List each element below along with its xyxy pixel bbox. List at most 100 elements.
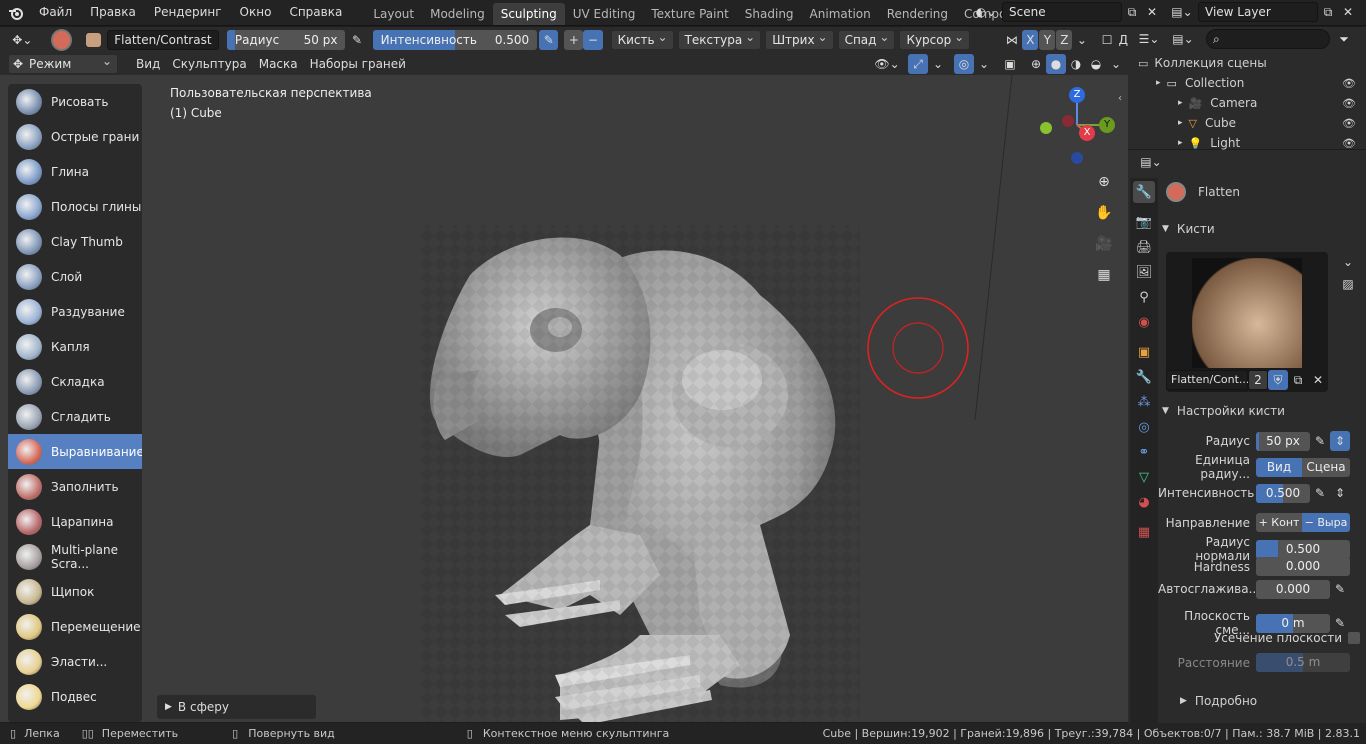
tool-item[interactable]: Раздувание bbox=[8, 294, 142, 329]
direction-contrast-button[interactable]: + Конт bbox=[1256, 513, 1302, 532]
mode-dropdown[interactable]: Режим скул... ✥ bbox=[8, 52, 118, 89]
direction-flatten-button[interactable]: − Выра bbox=[1302, 513, 1350, 532]
visibility-eye-icon[interactable]: 👁 bbox=[1342, 77, 1356, 90]
texture-tab-icon[interactable]: ▦ bbox=[1133, 521, 1155, 543]
expand-arrow-icon[interactable]: ▸ bbox=[1178, 138, 1183, 148]
menu-3[interactable]: Окно bbox=[231, 0, 281, 26]
delete-scene-icon[interactable]: ✕ bbox=[1142, 2, 1162, 22]
shading-rendered-icon[interactable]: ◒ bbox=[1086, 54, 1106, 74]
xray-toggle-icon[interactable]: ▣ bbox=[1000, 54, 1020, 74]
visibility-eye-icon[interactable]: 👁 bbox=[1342, 117, 1356, 130]
tool-item[interactable]: Щипок bbox=[8, 574, 142, 609]
tool-item[interactable]: Слой bbox=[8, 259, 142, 294]
tool-item[interactable]: Острые грани bbox=[8, 119, 142, 154]
tool-item[interactable]: Выравнивание bbox=[8, 434, 142, 469]
blender-logo-icon[interactable] bbox=[6, 3, 26, 23]
gizmo-neg-y-axis[interactable] bbox=[1040, 122, 1052, 134]
overlay-toggle-icon[interactable]: ◎ bbox=[954, 54, 974, 74]
tool-item[interactable]: Капля bbox=[8, 329, 142, 364]
new-scene-icon[interactable]: ⧉ bbox=[1122, 2, 1142, 22]
brush-list-arrow-icon[interactable]: ⌄ bbox=[1338, 252, 1358, 272]
properties-editor-icon[interactable]: ▤⌄ bbox=[1136, 152, 1166, 172]
tool-item[interactable]: Глина bbox=[8, 154, 142, 189]
outliner-item[interactable]: ▸ ▭ Collection 👁 bbox=[1128, 73, 1366, 93]
viewport-menu-0[interactable]: Вид bbox=[130, 53, 166, 75]
workspace-tab-3[interactable]: UV Editing bbox=[565, 3, 644, 25]
workspace-tab-1[interactable]: Modeling bbox=[422, 3, 493, 25]
tool-settings-icon[interactable]: ✥⌄ bbox=[8, 30, 37, 50]
new-view-layer-icon[interactable]: ⧉ bbox=[1318, 2, 1338, 22]
strength-pressure-toggle-icon[interactable]: ⇕ bbox=[1330, 483, 1350, 503]
brush-slot-field[interactable]: Flatten/Cont... bbox=[1166, 370, 1249, 390]
display-mode-icon[interactable]: ▤⌄ bbox=[1168, 29, 1198, 49]
radius-slider[interactable]: Радиус 50 px bbox=[226, 30, 346, 50]
scene-name-field[interactable]: Scene bbox=[1002, 2, 1122, 22]
scene-tab-icon[interactable]: ⚲ bbox=[1133, 286, 1155, 308]
workspace-tab-4[interactable]: Texture Paint bbox=[643, 3, 736, 25]
tool-tab-icon[interactable]: 🔧 bbox=[1133, 181, 1155, 203]
plane-trim-checkbox[interactable] bbox=[1348, 632, 1360, 644]
world-tab-icon[interactable]: ◉ bbox=[1133, 311, 1155, 333]
tool-item[interactable]: Рисовать bbox=[8, 84, 142, 119]
constraints-tab-icon[interactable]: ⚭ bbox=[1133, 441, 1155, 463]
unlink-brush-icon[interactable]: ✕ bbox=[1308, 370, 1328, 390]
shading-wireframe-icon[interactable]: ⊕ bbox=[1026, 54, 1046, 74]
viewport-menu-3[interactable]: Наборы граней bbox=[304, 53, 412, 75]
radius-pressure-icon[interactable]: ✎ bbox=[347, 30, 366, 50]
fake-user-shield-icon[interactable]: ⛨ bbox=[1268, 370, 1288, 390]
tool-item[interactable]: Складка bbox=[8, 364, 142, 399]
distance-field[interactable]: 0.5 m bbox=[1256, 653, 1350, 672]
gizmo-y-axis[interactable]: Y bbox=[1099, 117, 1115, 133]
view-layer-icon[interactable]: ▤⌄ bbox=[1168, 2, 1196, 22]
symmetry-axis-y-button[interactable]: Y bbox=[1039, 30, 1056, 50]
brush-users-count[interactable]: 2 bbox=[1248, 370, 1268, 390]
particles-tab-icon[interactable]: ⁂ bbox=[1133, 391, 1155, 413]
strength-field[interactable]: 0.500 bbox=[1256, 483, 1310, 503]
visibility-eye-icon[interactable]: 👁 bbox=[1342, 97, 1356, 110]
brush-name-field[interactable]: Flatten/Contrast bbox=[107, 30, 219, 50]
outliner-search-input[interactable]: ⌕ bbox=[1206, 29, 1330, 49]
duplicate-brush-icon[interactable]: ⧉ bbox=[1288, 370, 1308, 390]
menu-1[interactable]: Правка bbox=[81, 0, 145, 26]
tool-dropdown-1[interactable]: Текстура bbox=[677, 28, 762, 50]
brush-type-icon[interactable] bbox=[85, 33, 102, 47]
autosmooth-field[interactable]: 0.000 bbox=[1256, 579, 1330, 599]
grid-perspective-icon[interactable]: ▦ bbox=[1091, 262, 1117, 288]
gizmo-toggle-icon[interactable]: ⤢ bbox=[908, 54, 928, 74]
shading-solid-icon[interactable]: ● bbox=[1046, 54, 1066, 74]
strength-pressure-icon[interactable]: ✎ bbox=[1310, 483, 1330, 503]
pan-hand-icon[interactable]: ✋ bbox=[1091, 200, 1117, 226]
tool-dropdown-2[interactable]: Штрих bbox=[765, 28, 834, 50]
shading-material-icon[interactable]: ◑ bbox=[1066, 54, 1086, 74]
radius-unit-icon[interactable]: ⇕ bbox=[1330, 431, 1350, 451]
tool-item[interactable]: Multi-plane Scra... bbox=[8, 539, 142, 574]
modifier-tab-icon[interactable]: 🔧 bbox=[1133, 366, 1155, 388]
symmetry-options-icon[interactable]: ⌄ bbox=[1072, 30, 1091, 50]
brushes-section-header[interactable]: ▼ Кисти bbox=[1162, 222, 1215, 236]
workspace-tab-5[interactable]: Shading bbox=[737, 3, 802, 25]
tool-item[interactable]: Заполнить bbox=[8, 469, 142, 504]
brush-preview-icon[interactable] bbox=[50, 29, 72, 51]
visibility-eye-icon[interactable]: 👁 bbox=[1342, 137, 1356, 150]
symmetry-axis-x-button[interactable]: X bbox=[1022, 30, 1039, 50]
expand-arrow-icon[interactable]: ▸ bbox=[1156, 78, 1161, 88]
gizmo-x-axis[interactable]: X bbox=[1079, 125, 1095, 141]
gizmo-neg-z-axis[interactable] bbox=[1071, 152, 1083, 164]
3d-viewport[interactable]: Пользовательская перспектива (1) Cube Z … bbox=[0, 75, 1128, 722]
radius-field[interactable]: 50 px bbox=[1256, 431, 1310, 451]
sidebar-toggle-icon[interactable]: ‹ bbox=[1118, 93, 1122, 104]
object-tab-icon[interactable]: ▣ bbox=[1133, 341, 1155, 363]
delete-view-layer-icon[interactable]: ✕ bbox=[1338, 2, 1358, 22]
filter-icon[interactable]: ⏷ bbox=[1334, 29, 1354, 49]
outliner-editor-icon[interactable]: ☰⌄ bbox=[1134, 29, 1164, 49]
workspace-tab-6[interactable]: Animation bbox=[802, 3, 879, 25]
radius-unit-scene-button[interactable]: Сцена bbox=[1302, 457, 1350, 477]
brush-image-icon[interactable]: ▨ bbox=[1338, 274, 1358, 294]
dyntopo-checkbox[interactable]: ☐ bbox=[1098, 30, 1117, 50]
view-layer-tab-icon[interactable]: 🖼 bbox=[1133, 261, 1155, 283]
menu-4[interactable]: Справка bbox=[280, 0, 351, 26]
camera-view-icon[interactable]: 🎥 bbox=[1091, 231, 1117, 257]
expand-arrow-icon[interactable]: ▸ bbox=[1178, 118, 1183, 128]
menu-2[interactable]: Рендеринг bbox=[145, 0, 231, 26]
tool-item[interactable]: Эласти... bbox=[8, 644, 142, 679]
